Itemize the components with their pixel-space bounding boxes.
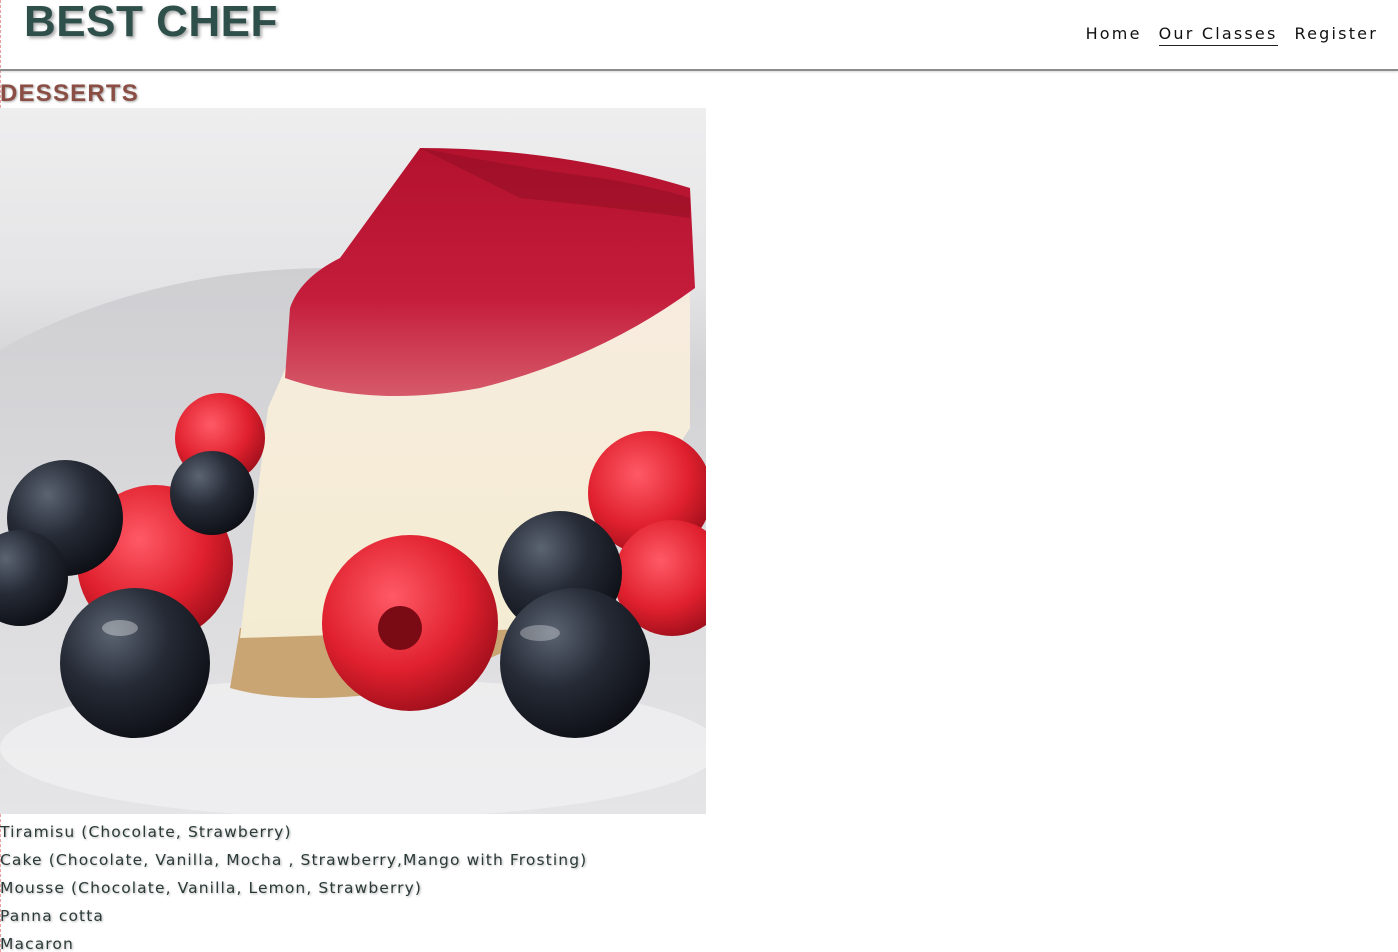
nav-register[interactable]: Register [1295, 24, 1378, 46]
cheesecake-image [0, 108, 706, 814]
dessert-list: Tiramisu (Chocolate, Strawberry) Cake (C… [0, 818, 587, 952]
list-item: Panna cotta [0, 907, 104, 925]
list-item: Macaron [0, 935, 74, 952]
nav-home[interactable]: Home [1086, 24, 1142, 46]
site-header: BEST CHEF Home Our Classes Register [0, 0, 1398, 71]
section-title: DESSERTS [0, 80, 139, 107]
site-logo[interactable]: BEST CHEF [24, 0, 278, 47]
nav-our-classes[interactable]: Our Classes [1158, 24, 1278, 46]
main-nav: Home Our Classes Register [1086, 24, 1378, 46]
list-item: Cake (Chocolate, Vanilla, Mocha , Strawb… [0, 851, 588, 869]
list-item: Tiramisu (Chocolate, Strawberry) [0, 823, 292, 841]
list-item: Mousse (Chocolate, Vanilla, Lemon, Straw… [0, 879, 423, 897]
dessert-photo [0, 108, 706, 814]
